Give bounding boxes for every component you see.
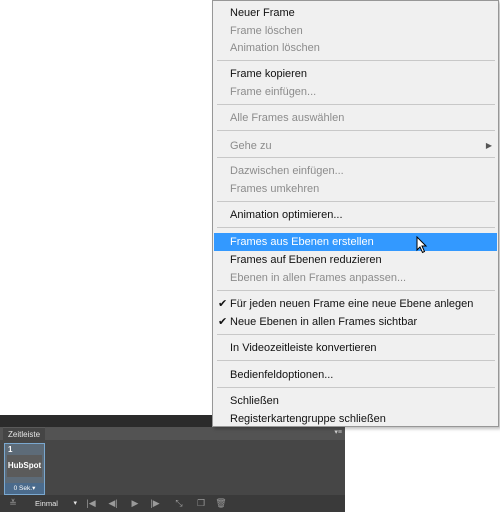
timeline-panel: Zeitleiste ▾≡ 1 HubSpot 0 Sek.▾ ≚ Einmal… [0,415,345,512]
menu-separator [217,60,495,61]
menu-separator [217,201,495,202]
menu-item-schliessen[interactable]: Schließen [214,392,497,410]
checkmark-icon: ✔ [218,316,228,328]
panel-menu-icon[interactable]: ▾≡ [334,428,342,438]
loop-options-select[interactable]: Einmal ▾ [30,497,79,510]
menu-item-label: Schließen [230,395,279,407]
menu-separator [217,130,495,131]
frame-number: 1 [8,445,13,454]
menu-item-label: Neue Ebenen in allen Frames sichtbar [230,316,418,328]
checkmark-icon: ✔ [218,298,228,310]
menu-item-alle-frames-auswaehlen[interactable]: Alle Frames auswählen [214,109,497,127]
menu-separator [217,360,495,361]
frame-1[interactable]: 1 HubSpot 0 Sek.▾ [4,443,45,495]
menu-item-label: Frame kopieren [230,68,308,80]
menu-item-in-videozeitleiste-konvertieren[interactable]: In Videozeitleiste konvertieren [214,339,497,357]
menu-item-bedienfeldoptionen[interactable]: Bedienfeldoptionen... [214,366,497,384]
menu-item-label: Bedienfeldoptionen... [230,369,334,381]
menu-item-label: In Videozeitleiste konvertieren [230,342,377,354]
timeline-panel-menu: Neuer Frame Frame löschen Animation lösc… [212,0,499,427]
menu-item-label: Registerkartengruppe schließen [230,413,386,425]
menu-item-frame-einfuegen[interactable]: Frame einfügen... [214,83,497,101]
menu-separator [217,387,495,388]
menu-item-label: Animation optimieren... [230,209,343,221]
menu-item-neue-ebene-pro-frame[interactable]: ✔ Für jeden neuen Frame eine neue Ebene … [214,295,497,313]
loop-option-value: Einmal [35,499,58,508]
mouse-cursor-icon [416,236,428,254]
tween-icon[interactable]: ⤡ [172,497,186,510]
menu-separator [217,227,495,228]
menu-item-label: Frames auf Ebenen reduzieren [230,254,382,266]
menu-item-frame-loeschen[interactable]: Frame löschen [214,22,497,40]
tab-zeitleiste[interactable]: Zeitleiste [3,427,46,441]
previous-frame-icon[interactable]: ◀| [106,497,120,510]
menu-item-animation-loeschen[interactable]: Animation löschen [214,39,497,57]
menu-separator [217,334,495,335]
menu-item-frame-kopieren[interactable]: Frame kopieren [214,65,497,83]
menu-item-frames-umkehren[interactable]: Frames umkehren [214,180,497,198]
chevron-down-icon: ▾ [73,500,77,507]
menu-item-neuer-frame[interactable]: Neuer Frame [214,4,497,22]
menu-item-neue-ebenen-sichtbar[interactable]: ✔ Neue Ebenen in allen Frames sichtbar [214,313,497,331]
menu-item-label: Frames aus Ebenen erstellen [230,236,374,248]
menu-item-label: Ebenen in allen Frames anpassen... [230,272,407,284]
menu-item-ebenen-anpassen[interactable]: Ebenen in allen Frames anpassen... [214,269,497,287]
menu-item-label: Gehe zu [230,140,272,152]
menu-item-frames-auf-ebenen-reduzieren[interactable]: Frames auf Ebenen reduzieren [214,251,497,269]
menu-item-label: Animation löschen [230,42,320,54]
menu-item-label: Neuer Frame [230,7,295,19]
menu-separator [217,157,495,158]
frame-thumbnail-image: HubSpot [7,455,42,477]
delete-frame-icon[interactable]: 🗑 [214,497,228,510]
menu-item-label: Dazwischen einfügen... [230,165,344,177]
next-frame-icon[interactable]: |▶ [148,497,162,510]
menu-item-label: Frames umkehren [230,183,320,195]
menu-item-frames-aus-ebenen-erstellen[interactable]: Frames aus Ebenen erstellen [214,233,497,251]
menu-item-dazwischen-einfuegen[interactable]: Dazwischen einfügen... [214,162,497,180]
convert-icon[interactable]: ≚ [4,497,22,510]
first-frame-icon[interactable]: |◀ [84,497,98,510]
play-icon[interactable]: ▶ [128,497,142,510]
menu-item-label: Frame löschen [230,25,303,37]
menu-item-registerkartengruppe-schliessen[interactable]: Registerkartengruppe schließen [214,410,497,428]
menu-separator [217,104,495,105]
duplicate-frame-icon[interactable]: ❐ [194,497,208,510]
menu-item-label: Alle Frames auswählen [230,112,345,124]
timeline-toolbar: ≚ Einmal ▾ |◀ ◀| ▶ |▶ ⤡ ❐ 🗑 [0,495,345,512]
menu-item-label: Frame einfügen... [230,86,317,98]
frame-delay-dropdown[interactable]: 0 Sek.▾ [5,483,44,494]
menu-item-gehe-zu[interactable]: Gehe zu ▶ [214,137,497,155]
menu-item-animation-optimieren[interactable]: Animation optimieren... [214,206,497,224]
menu-separator [217,290,495,291]
submenu-arrow-icon: ▶ [485,141,492,150]
menu-item-label: Für jeden neuen Frame eine neue Ebene an… [230,298,474,310]
